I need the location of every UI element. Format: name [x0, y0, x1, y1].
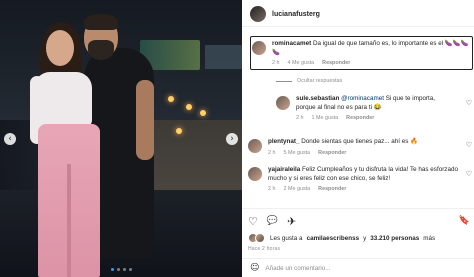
comment-reply: sule.sebastian @rominacamet Si que te im… — [276, 95, 456, 121]
commenter-avatar[interactable] — [276, 96, 290, 110]
comment-meta: 2 h 1 Me gusta Responder — [296, 115, 456, 121]
comment-text: rominacamet Da igual de que tamaño es, l… — [272, 40, 470, 57]
photo-woman-top — [34, 72, 92, 128]
reply-button[interactable]: Responder — [322, 60, 350, 66]
photo-light — [168, 96, 174, 102]
comment-likes[interactable]: 2 Me gusta — [284, 186, 311, 192]
post-actions: ♡ 💬 ✈ 🔖 — [248, 212, 470, 230]
post-date[interactable]: Hace 2 horas — [248, 246, 280, 252]
comment: plentynat_ Donde sientas que tienes paz.… — [248, 138, 460, 156]
post-header: lucianafusterg — [250, 4, 320, 24]
comment: rominacamet Da igual de que tamaño es, l… — [252, 40, 470, 66]
actions-divider — [242, 208, 474, 209]
photo-light — [176, 128, 182, 134]
comment-likes[interactable]: 4 Me gusta — [288, 60, 315, 66]
header-divider — [242, 26, 474, 27]
hide-replies-label: Ocultar respuestas — [297, 78, 343, 84]
carousel-dot — [128, 268, 132, 271]
comment-icon[interactable]: 💬 — [267, 216, 278, 226]
photo-woman-pants — [38, 124, 100, 277]
photo-man-arm — [136, 80, 154, 160]
reply-button[interactable]: Responder — [318, 186, 346, 192]
liker-avatar — [255, 233, 265, 243]
carousel-dot-active — [110, 268, 114, 271]
commenter-avatar[interactable] — [252, 41, 266, 55]
comment-time[interactable]: 2 h — [296, 115, 304, 121]
comment-input[interactable] — [265, 264, 436, 272]
commenter-avatar[interactable] — [248, 167, 262, 181]
comment-likes[interactable]: 5 Me gusta — [284, 150, 311, 156]
comment-mention[interactable]: @rominacamet — [341, 95, 384, 102]
comment-username[interactable]: plentynat_ — [268, 138, 300, 145]
photo-light — [200, 110, 206, 116]
reply-button[interactable]: Responder — [318, 150, 346, 156]
carousel-dot — [122, 268, 126, 271]
liker-avatars — [248, 233, 265, 243]
previous-photo-button[interactable]: ‹ — [4, 133, 16, 145]
hide-replies-line — [276, 80, 292, 82]
comment-meta: 2 h 5 Me gusta Responder — [268, 150, 418, 156]
likes-user[interactable]: camilaescribenss — [307, 235, 360, 242]
carousel-dots — [0, 268, 242, 271]
comment-username[interactable]: yajairaleila — [268, 166, 300, 173]
comment-time[interactable]: 2 h — [268, 150, 276, 156]
emoji-icon[interactable]: ☺ — [250, 263, 259, 273]
hide-replies-button[interactable]: Ocultar respuestas — [276, 78, 342, 84]
save-bookmark-icon[interactable]: 🔖 — [459, 216, 470, 226]
comment-username[interactable]: rominacamet — [272, 40, 311, 47]
commenter-avatar[interactable] — [248, 139, 262, 153]
author-avatar[interactable] — [250, 6, 266, 22]
comment-time[interactable]: 2 h — [268, 186, 276, 192]
reply-button[interactable]: Responder — [346, 115, 374, 121]
likes-suffix: más — [423, 234, 436, 242]
likes-count[interactable]: 33.210 personas — [370, 235, 419, 242]
add-comment-bar: ☺ — [242, 258, 474, 277]
carousel-dot — [116, 268, 120, 271]
like-comment-heart-icon[interactable]: ♡ — [466, 170, 472, 178]
comment-text: yajairaleila Feliz Cumpleaños y tu disfr… — [268, 166, 460, 183]
comment-time[interactable]: 2 h — [272, 60, 280, 66]
like-comment-heart-icon[interactable]: ♡ — [466, 141, 472, 149]
likes-prefix: Les gusta a — [270, 234, 303, 242]
likes-summary: Les gusta a camilaescribenss y 33.210 pe… — [248, 233, 435, 243]
post-photo[interactable]: ‹ › — [0, 0, 242, 277]
post-side-panel: lucianafusterg rominacamet Da igual de q… — [242, 0, 474, 277]
comment-body: Donde sientas que tienes paz... ahí es 🔥 — [301, 138, 418, 145]
photo-woman-face — [46, 30, 74, 66]
share-icon[interactable]: ✈ — [287, 215, 296, 228]
comment-meta: 2 h 4 Me gusta Responder — [272, 60, 470, 66]
photo-bowling-screen-2 — [205, 45, 242, 69]
comment: yajairaleila Feliz Cumpleaños y tu disfr… — [248, 166, 460, 192]
author-username[interactable]: lucianafusterg — [272, 11, 320, 18]
likes-connector: y — [363, 234, 367, 242]
comment-meta: 2 h 2 Me gusta Responder — [268, 186, 460, 192]
like-heart-icon[interactable]: ♡ — [248, 215, 258, 228]
comment-username[interactable]: sule.sebastian — [296, 95, 339, 102]
comment-text: sule.sebastian @rominacamet Si que te im… — [296, 95, 456, 112]
photo-man-beard — [88, 40, 114, 60]
photo-light — [186, 104, 192, 110]
comment-text: plentynat_ Donde sientas que tienes paz.… — [268, 138, 418, 147]
like-comment-heart-icon[interactable]: ♡ — [466, 99, 472, 107]
next-photo-button[interactable]: › — [226, 133, 238, 145]
comment-likes[interactable]: 1 Me gusta — [312, 115, 339, 121]
photo-man-hair — [84, 14, 118, 30]
